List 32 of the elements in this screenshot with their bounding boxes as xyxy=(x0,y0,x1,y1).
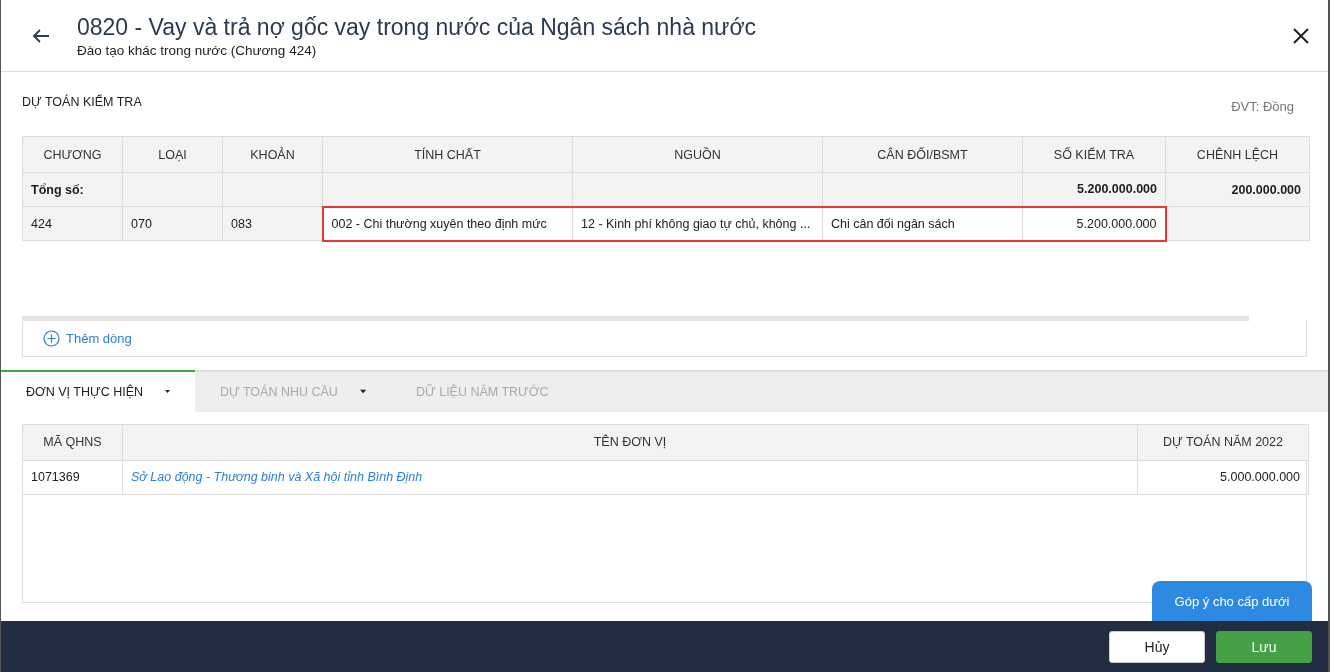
table-cell: 200.000.000 xyxy=(1165,172,1310,207)
column-header: LOẠI xyxy=(122,136,223,173)
section-title: DỰ TOÁN KIỂM TRA xyxy=(22,95,142,111)
editable-cell[interactable]: 5.200.000.000 xyxy=(1022,206,1166,241)
column-header: TÍNH CHẤT xyxy=(322,136,573,173)
unit-link[interactable]: Sở Lao động - Thương binh và Xã hội tỉnh Bình Định xyxy=(131,470,423,484)
editable-cell[interactable]: Chi cân đối ngân sách xyxy=(822,206,1023,241)
column-header: KHOẢN xyxy=(222,136,323,173)
dialog-title: 0820 - Vay và trả nợ gốc vay trong nước của Ngân sách nhà nước xyxy=(77,13,758,41)
add-row-link[interactable]: Thêm dòng xyxy=(43,329,132,347)
column-header: CHƯƠNG xyxy=(22,136,123,173)
editable-cell[interactable]: 002 - Chi thường xuyên theo định mức xyxy=(322,206,573,241)
column-header: MÃ QHNS xyxy=(22,424,123,460)
column-header: TÊN ĐƠN VỊ xyxy=(122,424,1138,460)
cancel-button[interactable]: Hủy xyxy=(1109,630,1205,663)
dialog-subtitle: Đào tạo khác trong nước (Chương 424) xyxy=(77,42,318,58)
table-cell: Tổng số: xyxy=(22,172,123,207)
column-header: SỐ KIỂM TRA xyxy=(1022,136,1166,173)
table-cell: 5.200.000.000 xyxy=(1022,172,1166,207)
unit-label: ĐVT: Đồng xyxy=(1231,99,1294,116)
table-cell: 424 xyxy=(22,206,123,241)
editable-cell[interactable]: 12 - Kinh phí không giao tự chủ, không ... xyxy=(572,206,823,241)
table-cell: 070 xyxy=(122,206,223,241)
tab[interactable]: ĐƠN VỊ THỰC HIỆN xyxy=(1,371,195,412)
column-header: CÂN ĐỐI/BSMT xyxy=(822,136,1023,173)
table-cell: 083 xyxy=(222,206,323,241)
column-header: DỰ TOÁN NĂM 2022 xyxy=(1137,424,1309,460)
feedback-button[interactable]: Góp ý cho cấp dưới xyxy=(1152,581,1312,621)
column-header: NGUỒN xyxy=(572,136,823,173)
column-header: CHÊNH LỆCH xyxy=(1165,136,1310,173)
table-cell: 1071369 xyxy=(22,460,123,494)
table-cell: 5.000.000.000 xyxy=(1137,460,1309,494)
